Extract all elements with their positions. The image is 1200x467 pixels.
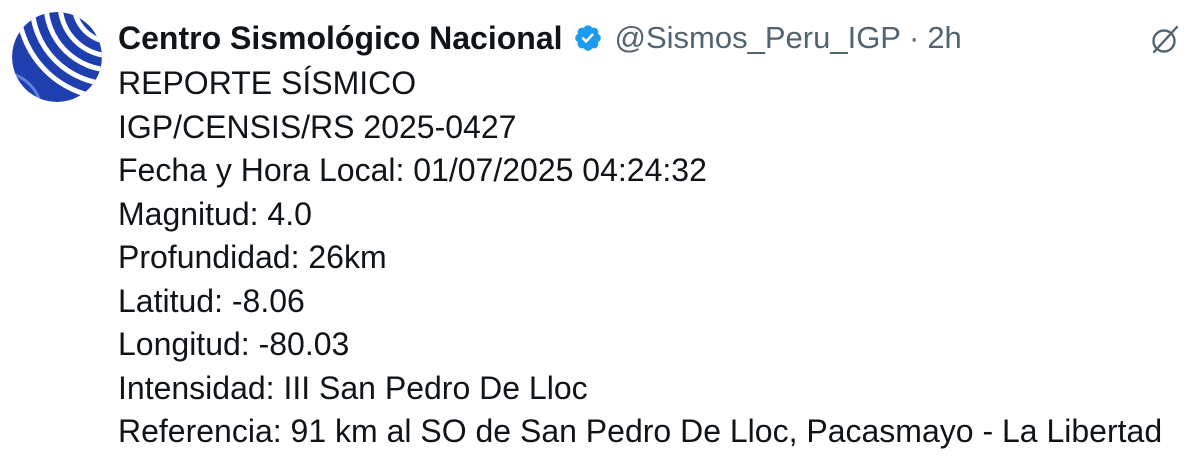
tweet-header: Centro Sismológico Nacional @Sismos_Peru… xyxy=(118,17,962,59)
grok-icon[interactable] xyxy=(1146,20,1184,58)
report-latitude: Latitud: -8.06 xyxy=(118,282,305,319)
report-longitude: Longitud: -80.03 xyxy=(118,326,350,362)
tweet-body: REPORTE SÍSMICO IGP/CENSIS/RS 2025-0427 … xyxy=(118,62,1162,454)
report-id: IGP/CENSIS/RS 2025-0427 xyxy=(118,108,517,145)
report-reference: Referencia: 91 km al SO de San Pedro De … xyxy=(118,413,1163,449)
report-datetime: Fecha y Hora Local: 01/07/2025 04:24:32 xyxy=(118,152,707,188)
author-handle[interactable]: @Sismos_Peru_IGP xyxy=(615,20,901,56)
separator-dot: · xyxy=(908,20,920,55)
report-intensity: Intensidad: III San Pedro De Lloc xyxy=(118,369,588,406)
report-title: REPORTE SÍSMICO xyxy=(118,65,417,101)
verified-badge-icon[interactable] xyxy=(573,23,603,53)
author-name[interactable]: Centro Sismológico Nacional xyxy=(118,20,563,57)
report-depth: Profundidad: 26km xyxy=(118,239,387,275)
handle-and-time: @Sismos_Peru_IGP · 2h xyxy=(615,20,962,56)
report-magnitude: Magnitud: 4.0 xyxy=(118,195,312,232)
author-avatar[interactable] xyxy=(12,12,102,102)
igp-logo-avatar-icon xyxy=(12,12,102,102)
post-timestamp[interactable]: 2h xyxy=(927,20,961,56)
